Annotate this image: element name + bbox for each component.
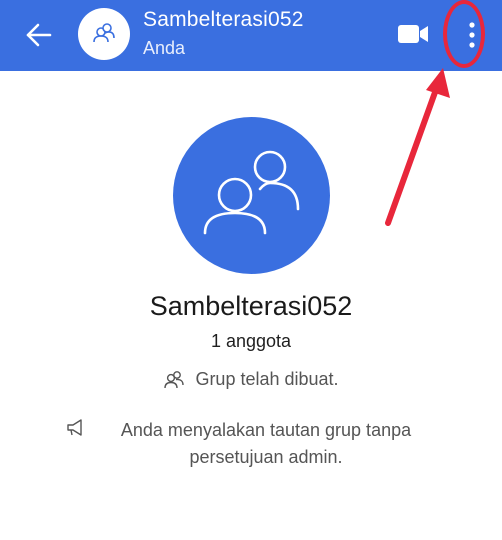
group-icon xyxy=(93,23,115,43)
arrow-left-icon xyxy=(26,23,52,47)
group-avatar[interactable] xyxy=(173,117,330,274)
system-message-text: Grup telah dibuat. xyxy=(195,369,339,389)
chat-title[interactable]: Sambelterasi052 xyxy=(143,8,304,32)
annotation-arrow xyxy=(385,68,450,226)
system-message-created: Grup telah dibuat. xyxy=(0,369,502,390)
member-count[interactable]: 1 anggota xyxy=(0,331,502,352)
video-call-button[interactable] xyxy=(396,19,432,49)
group-name: Sambelterasi052 xyxy=(149,291,353,321)
chat-subtitle[interactable]: Anda xyxy=(143,38,185,59)
system-message-text: Anda menyalakan tautan grup tanpa perset… xyxy=(96,417,436,471)
video-call-icon xyxy=(398,25,428,43)
back-button[interactable] xyxy=(20,16,58,54)
chat-avatar[interactable] xyxy=(78,8,130,60)
system-message-line: persetujuan admin. xyxy=(189,447,343,467)
highlight-oval xyxy=(443,0,485,68)
system-message-line: Anda menyalakan tautan grup tanpa xyxy=(120,420,412,440)
megaphone-icon xyxy=(67,419,82,436)
group-icon xyxy=(164,371,185,389)
group-icon xyxy=(203,150,300,235)
system-message-group-link: Anda menyalakan tautan grup tanpa perset… xyxy=(0,417,502,471)
